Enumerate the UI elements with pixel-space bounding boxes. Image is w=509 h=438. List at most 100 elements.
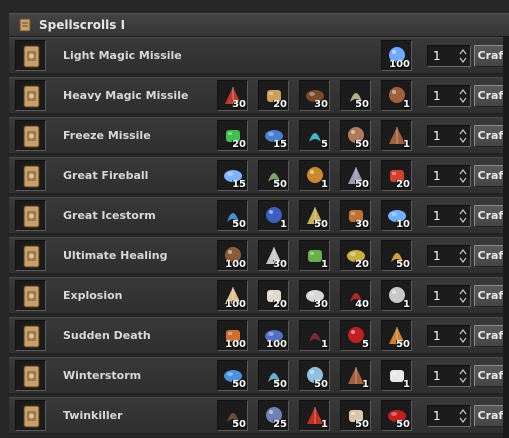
- recipe-row: Winterstorm 50 50 50 1 1 1 Craft: [9, 357, 509, 394]
- material-count: 30: [355, 219, 369, 230]
- quantity-stepper[interactable]: 1: [427, 325, 471, 347]
- material-count: 100: [225, 339, 246, 350]
- quantity-value[interactable]: 1: [433, 329, 441, 343]
- recipe-name: Great Fireball: [63, 169, 149, 182]
- quantity-value[interactable]: 1: [433, 49, 441, 63]
- material-count: 1: [403, 299, 410, 310]
- orange-branch-icon: 30: [340, 200, 371, 231]
- quantity-stepper[interactable]: 1: [427, 285, 471, 307]
- quantity-value[interactable]: 1: [433, 169, 441, 183]
- snowball-icon: 50: [258, 360, 289, 391]
- blue-crystal-shard-icon: 15: [217, 160, 248, 191]
- quantity-stepper[interactable]: 1: [427, 85, 471, 107]
- spin-arrows-icon[interactable]: [458, 167, 468, 185]
- spellscroll-icon: [15, 400, 46, 431]
- material-count: 20: [232, 139, 246, 150]
- spin-arrows-icon[interactable]: [458, 367, 468, 385]
- spellscroll-icon: [15, 320, 46, 351]
- goat-head-icon: 30: [258, 240, 289, 271]
- grey-stone-icon: 50: [340, 160, 371, 191]
- quantity-stepper[interactable]: 1: [427, 405, 471, 427]
- spin-arrows-icon[interactable]: [458, 247, 468, 265]
- material-count: 1: [280, 219, 287, 230]
- quantity-value[interactable]: 1: [433, 409, 441, 423]
- material-count: 50: [314, 379, 328, 390]
- recipe-name: Heavy Magic Missile: [63, 89, 189, 102]
- scroll-icon: [19, 18, 31, 32]
- material-count: 15: [232, 179, 246, 190]
- spin-arrows-icon[interactable]: [458, 127, 468, 145]
- quantity-value[interactable]: 1: [433, 369, 441, 383]
- white-hook-icon: 30: [299, 280, 330, 311]
- blue-crystal-pile-icon: 100: [381, 40, 412, 71]
- material-count: 30: [232, 99, 246, 110]
- quantity-stepper[interactable]: 1: [427, 365, 471, 387]
- material-count: 20: [396, 179, 410, 190]
- brown-root-icon: 100: [217, 240, 248, 271]
- material-count: 5: [362, 339, 369, 350]
- material-count: 50: [273, 179, 287, 190]
- green-horn-icon: 1: [299, 240, 330, 271]
- quantity-value[interactable]: 1: [433, 89, 441, 103]
- scrollbar[interactable]: [503, 37, 509, 438]
- quantity-value[interactable]: 1: [433, 209, 441, 223]
- material-count: 20: [355, 259, 369, 270]
- red-dragon-icon: 1: [299, 400, 330, 431]
- material-count: 100: [389, 59, 410, 70]
- red-claws-icon: 5: [340, 320, 371, 351]
- spellscroll-icon: [15, 240, 46, 271]
- material-count: 5: [321, 139, 328, 150]
- quantity-stepper[interactable]: 1: [427, 245, 471, 267]
- ice-crystal-icon: 50: [299, 360, 330, 391]
- sun-emblem-icon: 100: [217, 280, 248, 311]
- window-titlebar: Spellscrolls I: [9, 13, 509, 37]
- material-count: 50: [355, 139, 369, 150]
- spin-arrows-icon[interactable]: [458, 207, 468, 225]
- small-scroll-icon: 1: [381, 120, 412, 151]
- material-count: 50: [314, 219, 328, 230]
- recipe-row: Sudden Death 100 100 1 5 50 1 Craft: [9, 317, 509, 354]
- torch-icon: 20: [258, 80, 289, 111]
- red-tail-icon: 50: [381, 400, 412, 431]
- recipe-row: Great Icestorm 50 1 50 30 10 1 Craft: [9, 197, 509, 234]
- material-count: 50: [355, 419, 369, 430]
- bone-icon: 50: [340, 400, 371, 431]
- material-count: 1: [362, 379, 369, 390]
- quantity-stepper[interactable]: 1: [427, 125, 471, 147]
- spellscroll-icon: [15, 120, 46, 151]
- material-count: 50: [396, 419, 410, 430]
- recipe-row: Light Magic Missile 100 1 Craft: [9, 37, 509, 74]
- mushroom-icon: 50: [340, 120, 371, 151]
- quantity-stepper[interactable]: 1: [427, 165, 471, 187]
- material-count: 30: [314, 99, 328, 110]
- spellscroll-icon: [15, 360, 46, 391]
- quantity-value[interactable]: 1: [433, 289, 441, 303]
- spellscrolls-window: Spellscrolls I Light Magic Missile 100 1 Cr…: [0, 0, 509, 438]
- window-title: Spellscrolls I: [39, 18, 126, 32]
- material-count: 50: [232, 419, 246, 430]
- dark-gear-icon: 100: [258, 320, 289, 351]
- spin-arrows-icon[interactable]: [458, 47, 468, 65]
- blue-wand-icon: 15: [258, 120, 289, 151]
- material-count: 25: [273, 419, 287, 430]
- wooden-stump-icon: 30: [299, 80, 330, 111]
- material-count: 50: [355, 179, 369, 190]
- blue-orb-icon: 25: [258, 400, 289, 431]
- spin-arrows-icon[interactable]: [458, 287, 468, 305]
- red-heart-icon: 30: [217, 80, 248, 111]
- red-pouch-icon: 40: [340, 280, 371, 311]
- spin-arrows-icon[interactable]: [458, 407, 468, 425]
- material-count: 1: [321, 339, 328, 350]
- quantity-value[interactable]: 1: [433, 249, 441, 263]
- quantity-value[interactable]: 1: [433, 129, 441, 143]
- quantity-stepper[interactable]: 1: [427, 205, 471, 227]
- recipe-row: Explosion 100 20 30 40 1 1 Craft: [9, 277, 509, 314]
- spin-arrows-icon[interactable]: [458, 87, 468, 105]
- material-count: 100: [225, 299, 246, 310]
- quantity-stepper[interactable]: 1: [427, 45, 471, 67]
- spin-arrows-icon[interactable]: [458, 327, 468, 345]
- amber-egg-icon: 1: [299, 160, 330, 191]
- blue-tooth-icon: 50: [217, 200, 248, 231]
- material-count: 50: [355, 99, 369, 110]
- material-count: 1: [403, 99, 410, 110]
